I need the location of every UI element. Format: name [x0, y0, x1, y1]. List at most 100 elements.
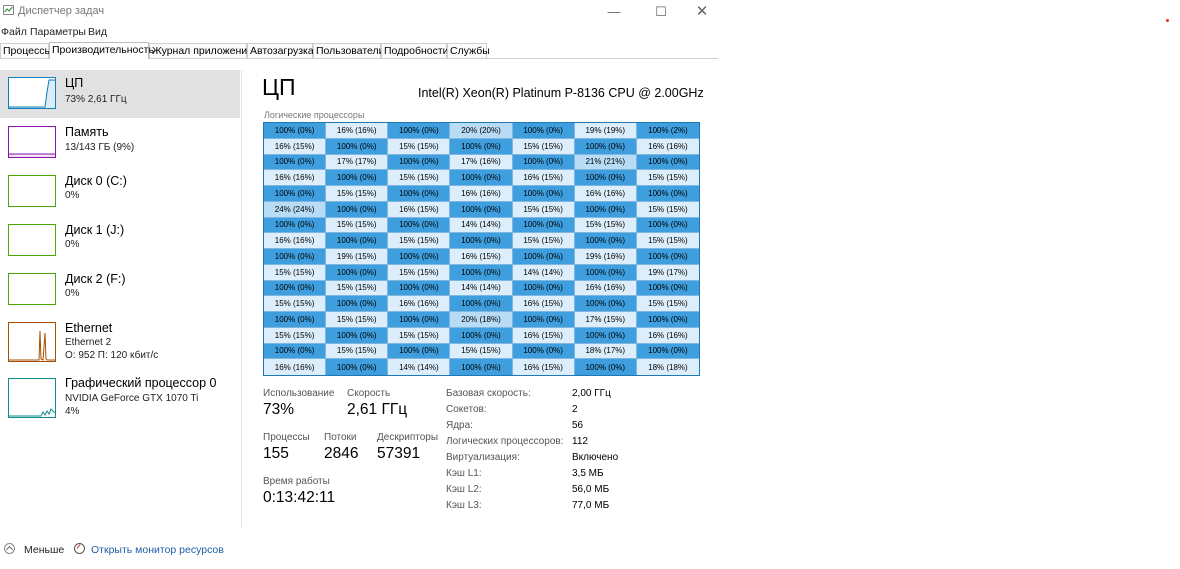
cpu-summary: 73% 2,61 ГГц [65, 94, 127, 105]
logical-processors-grid: 100% (0%) 16% (16%) 100% (0%) 20% (20%) 100%… [263, 122, 700, 376]
virtualization-label: Виртуализация: [446, 452, 520, 463]
tab-services[interactable]: Службы [447, 43, 490, 58]
resource-sidebar: ЦП 73% 2,61 ГГц Память 13/143 ГБ (9%) Ди… [0, 70, 242, 525]
cores-value: 56 [572, 420, 584, 431]
gpu-thumbnail [8, 378, 56, 418]
disk2-summary: 0% [65, 288, 80, 299]
processor-cell: 100% (0%) [574, 201, 637, 218]
processor-cell: 100% (0%) [450, 264, 513, 281]
processor-cell: 16% (15%) [512, 296, 575, 312]
memory-name: Память [65, 125, 109, 139]
fewer-details-button[interactable]: Меньше [24, 544, 64, 556]
processor-cell: 19% (17%) [636, 264, 699, 281]
threads-value: 2846 [324, 445, 359, 462]
speed-stat: Скорость 2,61 ГГц [347, 388, 407, 419]
processes-label: Процессы [263, 432, 310, 443]
tab-startup[interactable]: Автозагрузка [247, 43, 314, 58]
processor-cell: 16% (16%) [326, 123, 389, 139]
processor-cell: 100% (0%) [264, 186, 327, 202]
uptime-stat: Время работы 0:13:42:11 [263, 476, 335, 507]
processor-cell: 100% (0%) [574, 233, 637, 249]
processor-cell: 15% (15%) [388, 170, 451, 186]
sidebar-item-disk1[interactable]: Диск 1 (J:) 0% [0, 217, 240, 265]
processor-cell: 100% (0%) [388, 280, 451, 297]
tab-processes[interactable]: Процессы [0, 43, 52, 58]
gpu-name: Графический процессор 0 [65, 376, 217, 390]
maximize-button[interactable]: ☐ [641, 2, 681, 22]
processor-cell: 100% (0%) [450, 327, 513, 344]
processor-cell: 16% (15%) [512, 170, 575, 186]
menu-view[interactable]: Вид [88, 26, 107, 38]
processes-stat: Процессы 155 [263, 432, 310, 463]
processor-cell: 15% (15%) [574, 217, 637, 234]
speed-label: Скорость [347, 388, 391, 399]
processor-cell: 20% (18%) [450, 312, 513, 328]
minimize-button[interactable]: — [594, 2, 634, 22]
processor-cell: 14% (14%) [450, 217, 513, 234]
sidebar-item-ethernet[interactable]: Ethernet Ethernet 2 О: 952 П: 120 кбит/с [0, 315, 240, 367]
resource-monitor-icon [74, 543, 85, 554]
logical-processors-label: Логические процессоры [264, 110, 365, 120]
sidebar-item-memory[interactable]: Память 13/143 ГБ (9%) [0, 119, 240, 167]
cpu-name: ЦП [65, 76, 84, 90]
tab-performance[interactable]: Производительность [49, 42, 154, 59]
processor-cell: 15% (15%) [450, 343, 513, 360]
open-resource-monitor-link[interactable]: Открыть монитор ресурсов [91, 544, 224, 556]
cores-label: Ядра: [446, 420, 473, 431]
sidebar-item-disk2[interactable]: Диск 2 (F:) 0% [0, 266, 240, 314]
logical-processors-count-value: 112 [572, 436, 588, 447]
processor-cell: 16% (16%) [574, 186, 637, 202]
sidebar-item-gpu[interactable]: Графический процессор 0 NVIDIA GeForce G… [0, 372, 240, 424]
processor-cell: 100% (0%) [512, 312, 575, 328]
tab-details[interactable]: Подробности [381, 43, 449, 58]
processor-cell: 15% (15%) [512, 138, 575, 155]
close-button[interactable]: ✕ [682, 2, 722, 22]
processor-cell: 100% (0%) [264, 343, 327, 360]
processor-cell: 16% (16%) [636, 138, 699, 155]
sidebar-item-disk0[interactable]: Диск 0 (C:) 0% [0, 168, 240, 216]
processor-cell: 15% (15%) [326, 312, 389, 328]
tab-app-history[interactable]: Журнал приложений [149, 43, 253, 58]
processor-cell: 17% (17%) [326, 154, 389, 171]
disk2-thumbnail [8, 273, 56, 305]
handles-value: 57391 [377, 445, 421, 462]
processor-cell: 100% (0%) [636, 186, 699, 202]
l3-cache-value: 77,0 МБ [572, 500, 610, 511]
processor-cell: 100% (2%) [636, 123, 699, 139]
processor-cell: 100% (0%) [388, 312, 451, 328]
l2-cache-label: Кэш L2: [446, 484, 482, 495]
processor-cell: 16% (15%) [512, 327, 575, 344]
sidebar-item-cpu[interactable]: ЦП 73% 2,61 ГГц [0, 70, 240, 118]
menu-options[interactable]: Параметры [30, 26, 86, 38]
sockets-label: Сокетов: [446, 404, 487, 415]
handles-stat: Дескрипторы 57391 [377, 432, 438, 463]
processor-cell: 100% (0%) [450, 201, 513, 218]
processor-cell: 100% (0%) [512, 123, 575, 139]
processor-cell: 15% (15%) [326, 343, 389, 360]
processor-cell: 17% (15%) [574, 312, 637, 328]
processor-cell: 100% (0%) [326, 359, 389, 375]
processor-cell: 100% (0%) [264, 312, 327, 328]
indicator-dot [1166, 19, 1169, 22]
processor-cell: 100% (0%) [574, 296, 637, 312]
processor-cell: 16% (16%) [388, 296, 451, 312]
processor-cell: 16% (15%) [264, 138, 327, 155]
tab-users[interactable]: Пользователи [313, 43, 385, 58]
disk2-name: Диск 2 (F:) [65, 272, 126, 286]
processor-cell: 100% (0%) [636, 154, 699, 171]
page-title: ЦП [262, 74, 296, 100]
processor-cell: 100% (0%) [574, 264, 637, 281]
processor-cell: 100% (0%) [326, 138, 389, 155]
processor-cell: 100% (0%) [388, 186, 451, 202]
processor-cell: 100% (0%) [326, 327, 389, 344]
processor-cell: 100% (0%) [264, 280, 327, 297]
processor-cell: 15% (15%) [636, 201, 699, 218]
disk0-name: Диск 0 (C:) [65, 174, 127, 188]
menu-file[interactable]: Файл [1, 26, 27, 38]
chevron-up-icon[interactable] [4, 543, 15, 554]
processor-cell: 14% (14%) [512, 264, 575, 281]
processor-cell: 15% (15%) [264, 327, 327, 344]
disk0-summary: 0% [65, 190, 80, 201]
ethernet-adapter: Ethernet 2 [65, 337, 112, 348]
processor-cell: 100% (0%) [326, 233, 389, 249]
